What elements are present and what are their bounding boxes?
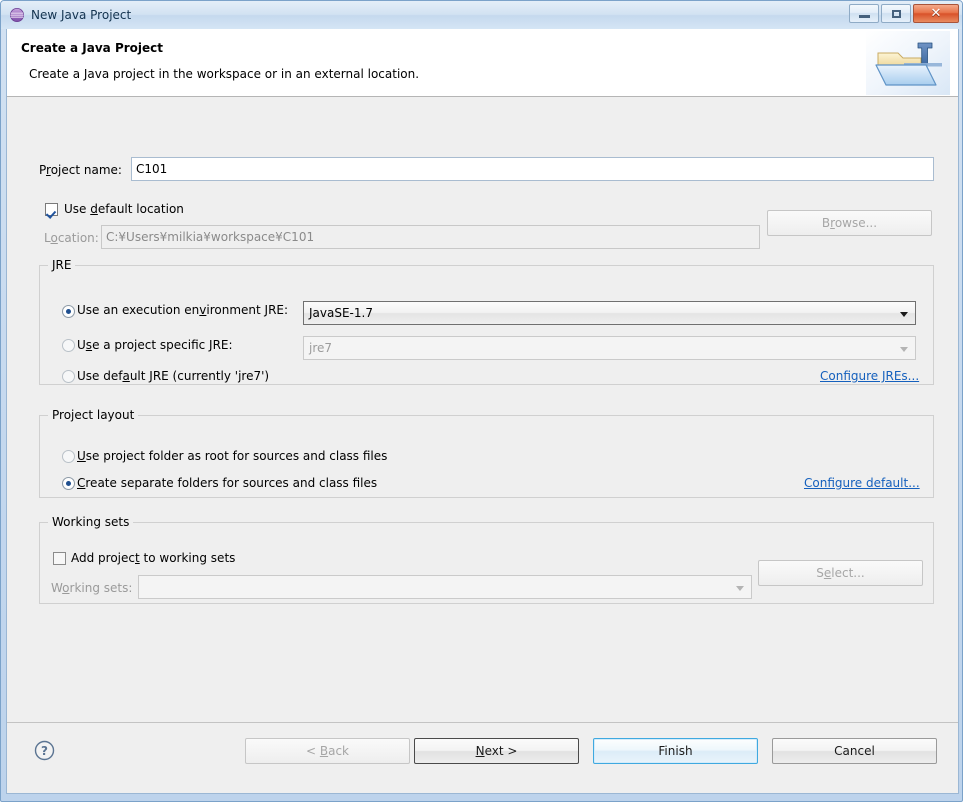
page-title: Create a Java Project xyxy=(21,41,164,55)
jre-execution-environment-radio[interactable] xyxy=(62,305,75,318)
java-project-folder-icon xyxy=(864,29,952,97)
maximize-icon xyxy=(892,10,901,18)
location-label: Location: xyxy=(44,231,99,245)
dialog-window: New Java Project ✕ Create a Java Project… xyxy=(0,0,963,802)
finish-button[interactable]: Finish xyxy=(593,738,758,764)
chevron-down-icon xyxy=(900,347,908,352)
working-sets-label: Working sets: xyxy=(51,581,133,595)
jre-project-specific-label: Use a project specific JRE: xyxy=(77,338,233,352)
window-title: New Java Project xyxy=(31,8,132,22)
browse-button[interactable]: Browse... xyxy=(767,210,932,236)
project-name-input[interactable] xyxy=(131,157,934,181)
configure-jres-link[interactable]: Configure JREs... xyxy=(820,369,919,383)
dialog-footer: ? < Back Next > Finish Cancel xyxy=(7,722,958,793)
execution-environment-value: JavaSE-1.7 xyxy=(309,306,373,320)
wizard-header: Create a Java Project Create a Java proj… xyxy=(7,29,958,97)
jre-default-label: Use default JRE (currently 'jre7') xyxy=(77,369,270,383)
title-bar: New Java Project ✕ xyxy=(1,1,962,29)
project-specific-jre-combo[interactable]: jre7 xyxy=(303,336,916,360)
back-button[interactable]: < Back xyxy=(245,738,410,764)
working-sets-combo[interactable] xyxy=(138,575,752,599)
minimize-button[interactable] xyxy=(849,4,879,23)
project-name-label: Project name: xyxy=(39,163,122,177)
jre-default-radio[interactable] xyxy=(62,370,75,383)
execution-environment-combo[interactable]: JavaSE-1.7 xyxy=(303,301,916,325)
close-icon: ✕ xyxy=(930,6,942,21)
jre-execution-environment-label: Use an execution environment JRE: xyxy=(77,303,289,317)
project-specific-jre-value: jre7 xyxy=(309,341,333,355)
configure-default-link[interactable]: Configure default... xyxy=(804,476,920,490)
dialog-body: Create a Java Project Create a Java proj… xyxy=(6,29,959,794)
select-working-sets-button[interactable]: Select... xyxy=(758,560,923,586)
next-button[interactable]: Next > xyxy=(414,738,579,764)
use-default-location-checkbox[interactable] xyxy=(45,203,58,216)
use-default-location-label: Use default location xyxy=(64,202,184,216)
jre-group-title: JRE xyxy=(48,258,76,272)
working-sets-group-title: Working sets xyxy=(48,515,134,529)
chevron-down-icon xyxy=(736,586,744,591)
wizard-content: Project name: Use default location Locat… xyxy=(7,98,958,722)
layout-project-folder-radio[interactable] xyxy=(62,450,75,463)
minimize-icon xyxy=(859,15,870,18)
close-button[interactable]: ✕ xyxy=(913,4,959,23)
jre-group: JRE xyxy=(39,258,934,385)
jre-project-specific-radio[interactable] xyxy=(62,339,75,352)
location-input[interactable] xyxy=(101,225,760,249)
maximize-button[interactable] xyxy=(881,4,911,23)
project-layout-group-title: Project layout xyxy=(48,408,139,422)
page-description: Create a Java project in the workspace o… xyxy=(29,67,420,81)
add-project-to-working-sets-label: Add project to working sets xyxy=(71,551,236,565)
layout-project-folder-label: Use project folder as root for sources a… xyxy=(77,449,388,463)
svg-text:?: ? xyxy=(41,744,48,758)
help-circle-icon[interactable]: ? xyxy=(34,740,55,761)
eclipse-wizard-icon xyxy=(9,7,25,23)
layout-separate-folders-radio[interactable] xyxy=(62,477,75,490)
cancel-button[interactable]: Cancel xyxy=(772,738,937,764)
chevron-down-icon xyxy=(900,312,908,317)
add-project-to-working-sets-checkbox[interactable] xyxy=(53,552,66,565)
layout-separate-folders-label: Create separate folders for sources and … xyxy=(77,476,378,490)
window-controls: ✕ xyxy=(849,4,959,23)
